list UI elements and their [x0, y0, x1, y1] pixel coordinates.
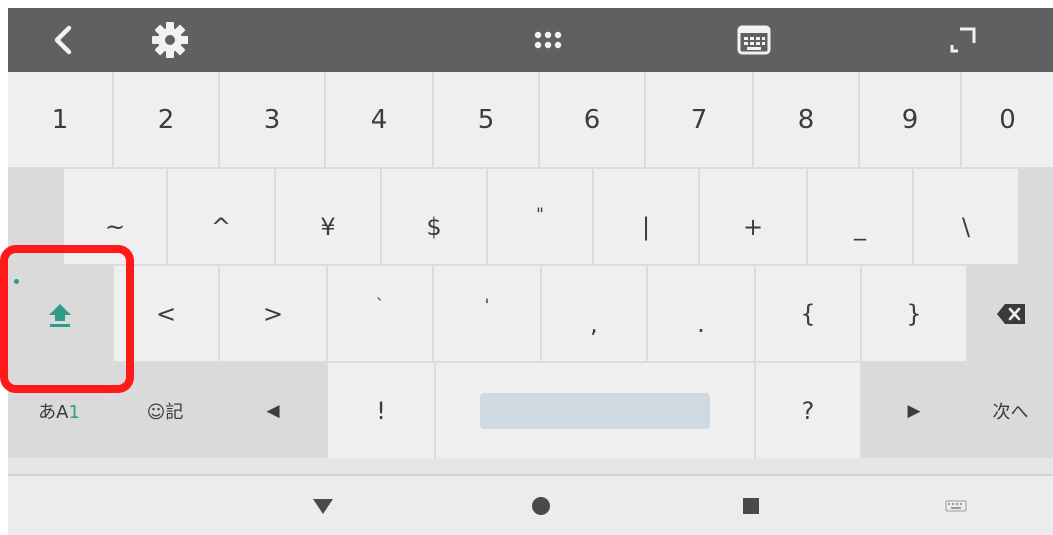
expand-icon [950, 27, 976, 53]
grid-dots-icon [534, 31, 562, 49]
row-spacer-left [8, 169, 64, 264]
cursor-left-key[interactable]: ◀ [220, 363, 328, 458]
key-7[interactable]: 7 [646, 72, 754, 167]
key-left-brace[interactable]: { [756, 266, 862, 361]
key-backtick[interactable]: ` [328, 266, 434, 361]
square-icon [743, 497, 759, 514]
key-apostrophe[interactable]: ' [434, 266, 542, 361]
key-caret[interactable]: ^ [168, 169, 276, 264]
keyboard-toolbar [8, 8, 1053, 72]
gear-icon [152, 22, 188, 58]
shift-key[interactable] [8, 266, 114, 361]
key-right-brace[interactable]: } [862, 266, 968, 361]
key-less-than[interactable]: < [114, 266, 220, 361]
input-mode-label: あA1 [38, 401, 80, 423]
key-period[interactable]: . [648, 266, 756, 361]
menu-button[interactable] [518, 8, 578, 72]
key-dollar[interactable]: $ [382, 169, 488, 264]
emoji-symbol-key[interactable]: ☺記 [112, 363, 220, 458]
space-key[interactable] [436, 363, 756, 458]
shift-indicator-dot [14, 279, 19, 284]
symbol-row: ~ ^ ¥ $ " | + _ \ [8, 169, 1053, 266]
key-comma[interactable]: , [542, 266, 648, 361]
number-row: 1 2 3 4 5 6 7 8 9 0 [8, 72, 1053, 169]
key-underscore[interactable]: _ [808, 169, 914, 264]
back-button[interactable] [38, 8, 88, 72]
key-2[interactable]: 2 [114, 72, 220, 167]
key-question[interactable]: ? [756, 363, 862, 458]
row-spacer-right [1020, 169, 1053, 264]
circle-icon [532, 496, 550, 515]
nav-recents-button[interactable] [726, 476, 776, 535]
shift-up-arrow-icon [49, 303, 71, 327]
keyboard-layout-button[interactable] [726, 8, 782, 72]
keyboard-small-icon [945, 500, 967, 511]
next-key[interactable]: 次へ [968, 363, 1053, 458]
nav-home-button[interactable] [516, 476, 566, 535]
key-1[interactable]: 1 [8, 72, 114, 167]
spacebar-indicator [480, 392, 710, 429]
system-nav-bar [8, 474, 1053, 535]
key-9[interactable]: 9 [860, 72, 962, 167]
keyboard-icon [737, 25, 771, 55]
key-double-quote[interactable]: " [488, 169, 594, 264]
nav-back-button[interactable] [298, 476, 348, 535]
key-4[interactable]: 4 [326, 72, 434, 167]
bracket-row: < > ` ' , . { } [8, 266, 1053, 363]
key-tilde[interactable]: ~ [64, 169, 168, 264]
key-5[interactable]: 5 [434, 72, 540, 167]
key-greater-than[interactable]: > [220, 266, 328, 361]
nav-keyboard-switch-button[interactable] [936, 476, 976, 535]
keyboard-screen: 1 2 3 4 5 6 7 8 9 0 ~ ^ ¥ $ " | + _ \ < … [8, 8, 1053, 535]
key-8[interactable]: 8 [754, 72, 860, 167]
bottom-row: あA1 ☺記 ◀ ! ? ▶ 次へ [8, 363, 1053, 460]
cursor-right-key[interactable]: ▶ [862, 363, 968, 458]
key-backslash[interactable]: \ [914, 169, 1020, 264]
key-pipe[interactable]: | [594, 169, 700, 264]
key-3[interactable]: 3 [220, 72, 326, 167]
fullscreen-button[interactable] [938, 8, 988, 72]
settings-button[interactable] [138, 8, 202, 72]
key-6[interactable]: 6 [540, 72, 646, 167]
backspace-key[interactable] [968, 266, 1053, 361]
key-yen[interactable]: ¥ [276, 169, 382, 264]
key-0[interactable]: 0 [962, 72, 1053, 167]
input-mode-key[interactable]: あA1 [8, 363, 112, 458]
chevron-left-icon [54, 25, 72, 55]
backspace-icon [996, 303, 1025, 324]
triangle-down-icon [313, 498, 333, 514]
key-exclamation[interactable]: ! [328, 363, 436, 458]
key-plus[interactable]: + [700, 169, 808, 264]
